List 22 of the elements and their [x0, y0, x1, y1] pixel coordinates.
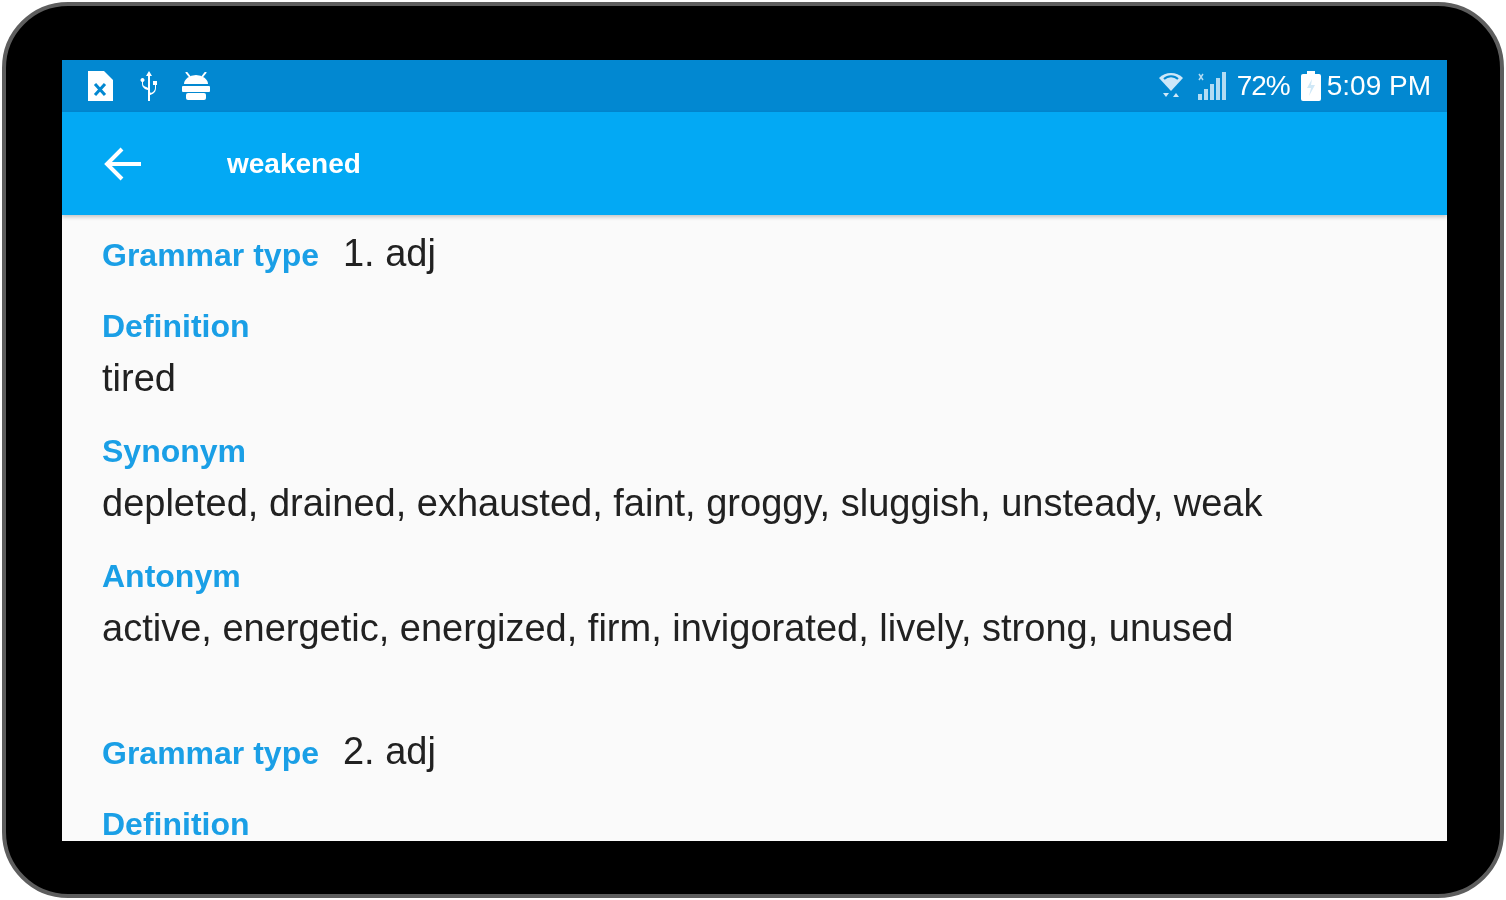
grammar-type-label: Grammar type [102, 736, 319, 770]
grammar-type-value: 1. adj [343, 232, 436, 274]
arrow-left-icon [104, 146, 142, 181]
robot-icon [181, 72, 211, 100]
field-label: Antonym [102, 559, 241, 593]
usb-icon [140, 71, 158, 101]
field-value: depleted, drained, exhausted, faint, groggy, sluggish, unsteady, weak [102, 482, 1263, 524]
back-button[interactable] [104, 146, 142, 181]
file-error-icon [88, 71, 113, 101]
field-value: active, energetic, energized, firm, invigorated, lively, strong, unused [102, 607, 1234, 649]
grammar-type-label: Grammar type [102, 238, 319, 272]
field-label: Definition [102, 309, 250, 343]
battery-icon [1300, 71, 1321, 101]
wifi-icon [1158, 72, 1183, 100]
clock-time: 5:09 PM [1326, 70, 1431, 102]
battery-percentage: 72% [1236, 70, 1290, 102]
signal-icon [1196, 72, 1227, 100]
field-value: tired [102, 357, 176, 399]
app-bar-title: weakened [227, 146, 361, 181]
field-label: Definition [102, 807, 250, 841]
grammar-type-value: 2. adj [343, 730, 436, 772]
field-label: Synonym [102, 434, 247, 468]
